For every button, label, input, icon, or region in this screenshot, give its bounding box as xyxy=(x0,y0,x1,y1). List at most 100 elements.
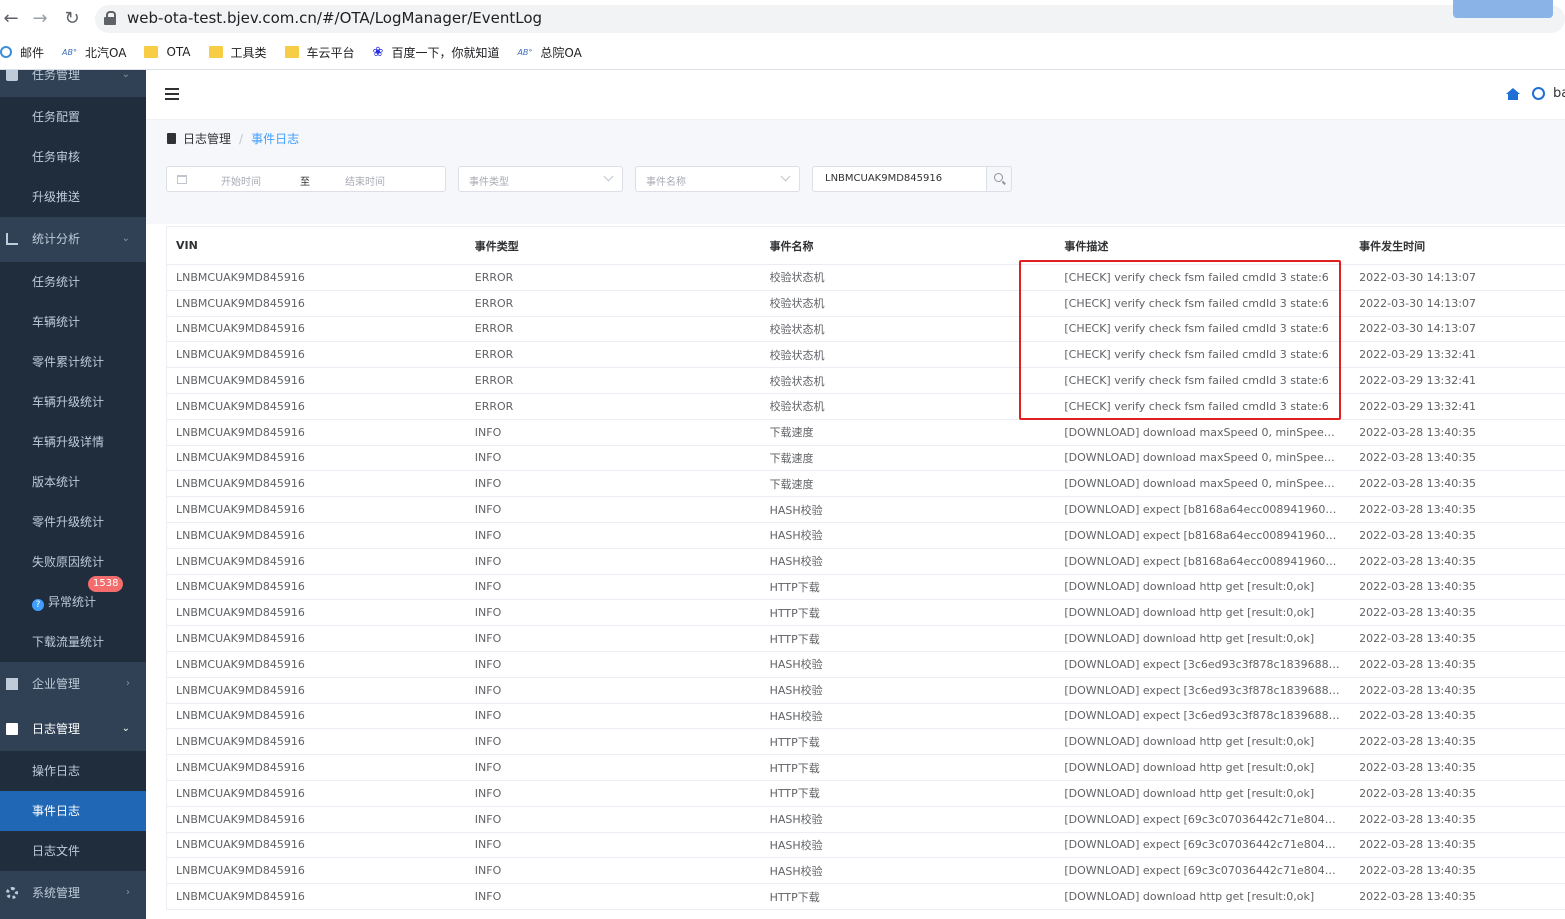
extension-icon[interactable] xyxy=(1453,0,1553,18)
table-row[interactable]: LNBMCUAK9MD845916 INFO HASH校验 [DOWNLOAD] ex… xyxy=(167,858,1565,885)
column-header-event-time[interactable]: 事件发生时间 xyxy=(1350,238,1565,254)
sidebar-item-exception-stats[interactable]: 1538 ? 异常统计 xyxy=(0,576,146,622)
start-time-input[interactable]: 开始时间 xyxy=(221,173,261,188)
event-name-select[interactable]: 事件名称 xyxy=(635,166,800,192)
sidebar-item-operation-log[interactable]: 操作日志 xyxy=(0,751,146,791)
table-row[interactable]: LNBMCUAK9MD845916 ERROR 校验状态机 [CHECK] verif… xyxy=(167,368,1565,394)
table-row[interactable]: LNBMCUAK9MD845916 ERROR 校验状态机 [CHECK] verif… xyxy=(167,291,1565,317)
table-row[interactable]: LNBMCUAK9MD845916 INFO HASH校验 [DOWNLOAD] ex… xyxy=(167,523,1565,549)
bookmark-baic-oa[interactable]: AB° 北汽OA xyxy=(62,44,126,61)
vin-cell: LNBMCUAK9MD845916 xyxy=(176,683,305,697)
vin-cell: LNBMCUAK9MD845916 xyxy=(176,477,305,491)
table-row[interactable]: LNBMCUAK9MD845916 ERROR 校验状态机 [CHECK] verif… xyxy=(167,394,1565,420)
sidebar-group-task-management[interactable]: 任务管理 ⌄ xyxy=(0,70,146,95)
sidebar-item-task-stats[interactable]: 任务统计 xyxy=(0,262,146,302)
event-type-cell: INFO xyxy=(474,606,502,620)
event-type-select[interactable]: 事件类型 xyxy=(458,166,623,192)
folder-icon xyxy=(208,46,223,58)
reload-icon[interactable]: ↻ xyxy=(61,8,83,30)
sidebar-item-version-stats[interactable]: 版本统计 xyxy=(0,462,146,502)
column-header-vin[interactable]: VIN xyxy=(167,239,466,252)
sidebar-item-vehicle-upgrade-stats[interactable]: 车辆升级统计 xyxy=(0,382,146,422)
event-time-cell: 2022-03-30 14:13:07 xyxy=(1359,322,1476,336)
sidebar-item-task-review[interactable]: 任务审核 xyxy=(0,137,146,177)
event-time-cell: 2022-03-28 13:40:35 xyxy=(1359,425,1476,439)
date-range-picker[interactable]: 开始时间 至 结束时间 xyxy=(166,166,446,192)
vin-search-input[interactable]: LNBMCUAK9MD845916 xyxy=(812,166,987,192)
event-desc-cell: [DOWNLOAD] expect [b8168a64ecc008941960b… xyxy=(1064,554,1351,568)
event-time-cell: 2022-03-28 13:40:35 xyxy=(1359,786,1476,800)
table-row[interactable]: LNBMCUAK9MD845916 INFO HTTP下载 [DOWNLOAD] do… xyxy=(167,600,1565,627)
table-row[interactable]: LNBMCUAK9MD845916 INFO 下载速度 [DOWNLOAD] down… xyxy=(167,446,1565,472)
sidebar-item-vehicle-upgrade-detail[interactable]: 车辆升级详情 xyxy=(0,422,146,462)
bookmark-cloud-platform[interactable]: 车云平台 xyxy=(284,44,355,61)
table-row[interactable]: LNBMCUAK9MD845916 INFO HTTP下载 [DOWNLOAD] do… xyxy=(167,781,1565,807)
sidebar-item-parts-cumulative[interactable]: 零件累计统计 xyxy=(0,342,146,382)
vin-cell: LNBMCUAK9MD845916 xyxy=(176,322,305,336)
event-time-cell: 2022-03-28 13:40:35 xyxy=(1359,606,1476,620)
bar-chart-icon xyxy=(6,233,18,245)
event-time-cell: 2022-03-28 13:40:35 xyxy=(1359,864,1476,878)
sidebar-group-system[interactable]: 系统管理 › xyxy=(0,873,146,913)
table-row[interactable]: LNBMCUAK9MD845916 ERROR 校验状态机 [CHECK] verif… xyxy=(167,265,1565,291)
table-row[interactable]: LNBMCUAK9MD845916 INFO HASH校验 [DOWNLOAD] ex… xyxy=(167,704,1565,730)
event-type-cell: INFO xyxy=(474,709,502,723)
vin-cell: LNBMCUAK9MD845916 xyxy=(176,632,305,646)
breadcrumb-parent[interactable]: 日志管理 xyxy=(183,130,231,147)
bookmark-institute-oa[interactable]: AB° 总院OA xyxy=(517,44,581,61)
sidebar-item-download-traffic[interactable]: 下载流量统计 xyxy=(0,622,146,662)
event-time-cell: 2022-03-28 13:40:35 xyxy=(1359,580,1476,594)
search-button[interactable] xyxy=(986,166,1012,192)
vin-cell: LNBMCUAK9MD845916 xyxy=(176,580,305,594)
bookmark-baidu[interactable]: ❀ 百度一下，你就知道 xyxy=(373,44,500,61)
table-row[interactable]: LNBMCUAK9MD845916 INFO HTTP下载 [DOWNLOAD] do… xyxy=(167,626,1565,652)
home-icon[interactable] xyxy=(1506,88,1520,100)
vin-cell: LNBMCUAK9MD845916 xyxy=(176,709,305,723)
event-name-cell: HTTP下载 xyxy=(769,606,820,620)
sidebar-item-vehicle-stats[interactable]: 车辆统计 xyxy=(0,302,146,342)
user-name[interactable]: ba xyxy=(1553,86,1565,101)
event-name-cell: 下载速度 xyxy=(769,477,814,491)
event-type-cell: ERROR xyxy=(474,399,514,413)
event-desc-cell: [DOWNLOAD] expect [3c6ed93c3f878c1839688… xyxy=(1064,657,1351,671)
sidebar-item-upgrade-push[interactable]: 升级推送 xyxy=(0,177,146,217)
url-text[interactable]: web-ota-test.bjev.com.cn/#/OTA/LogManage… xyxy=(127,9,542,27)
sidebar-group-log-management[interactable]: 日志管理 ⌄ xyxy=(0,709,146,749)
sidebar-item-log-files[interactable]: 日志文件 xyxy=(0,831,146,871)
chevron-down-icon: ⌄ xyxy=(121,723,130,734)
table-row[interactable]: LNBMCUAK9MD845916 INFO HASH校验 [DOWNLOAD] ex… xyxy=(167,833,1565,859)
table-row[interactable]: LNBMCUAK9MD845916 ERROR 校验状态机 [CHECK] verif… xyxy=(167,317,1565,343)
table-row[interactable]: LNBMCUAK9MD845916 INFO 下载速度 [DOWNLOAD] down… xyxy=(167,471,1565,498)
table-row[interactable]: LNBMCUAK9MD845916 INFO HASH校验 [DOWNLOAD] ex… xyxy=(167,678,1565,704)
event-type-cell: ERROR xyxy=(474,270,514,284)
table-row[interactable]: LNBMCUAK9MD845916 INFO HASH校验 [DOWNLOAD] ex… xyxy=(167,549,1565,575)
sidebar-group-statistics[interactable]: 统计分析 ⌄ xyxy=(0,219,146,259)
back-arrow-icon[interactable]: ← xyxy=(0,8,22,30)
user-icon[interactable] xyxy=(1532,87,1545,100)
table-row[interactable]: LNBMCUAK9MD845916 INFO 下载速度 [DOWNLOAD] down… xyxy=(167,420,1565,446)
sidebar-item-parts-upgrade-stats[interactable]: 零件升级统计 xyxy=(0,502,146,542)
table-row[interactable]: LNBMCUAK9MD845916 INFO HTTP下载 [DOWNLOAD] do… xyxy=(167,729,1565,756)
sidebar-item-event-log[interactable]: 事件日志 xyxy=(0,791,146,831)
table-row[interactable]: LNBMCUAK9MD845916 INFO HASH校验 [DOWNLOAD] ex… xyxy=(167,497,1565,523)
table-row[interactable]: LNBMCUAK9MD845916 INFO HASH校验 [DOWNLOAD] ex… xyxy=(167,652,1565,678)
table-row[interactable]: LNBMCUAK9MD845916 INFO HTTP下载 [DOWNLOAD] do… xyxy=(167,884,1565,910)
table-row[interactable]: LNBMCUAK9MD845916 INFO HTTP下载 [DOWNLOAD] do… xyxy=(167,575,1565,601)
hamburger-menu-icon[interactable] xyxy=(165,88,179,100)
sidebar-item-task-config[interactable]: 任务配置 xyxy=(0,97,146,137)
table-row[interactable]: LNBMCUAK9MD845916 INFO HTTP下载 [DOWNLOAD] do… xyxy=(167,755,1565,781)
sidebar-group-enterprise[interactable]: 企业管理 › xyxy=(0,664,146,704)
bookmark-ota[interactable]: OTA xyxy=(144,45,191,59)
column-header-event-name[interactable]: 事件名称 xyxy=(761,238,1056,254)
bookmark-tools[interactable]: 工具类 xyxy=(208,44,267,61)
column-header-event-type[interactable]: 事件类型 xyxy=(466,238,761,254)
table-row[interactable]: LNBMCUAK9MD845916 INFO HASH校验 [DOWNLOAD] ex… xyxy=(167,807,1565,833)
forward-arrow-icon[interactable]: → xyxy=(29,8,51,30)
table-row[interactable]: LNBMCUAK9MD845916 ERROR 校验状态机 [CHECK] verif… xyxy=(167,342,1565,369)
range-separator: 至 xyxy=(300,177,310,188)
bookmark-mail[interactable]: 邮件 xyxy=(0,44,44,61)
event-name-cell: 校验状态机 xyxy=(769,297,825,311)
end-time-input[interactable]: 结束时间 xyxy=(345,173,385,188)
sidebar-item-failure-reason[interactable]: 失败原因统计 xyxy=(0,542,146,582)
column-header-event-desc[interactable]: 事件描述 xyxy=(1055,238,1350,254)
